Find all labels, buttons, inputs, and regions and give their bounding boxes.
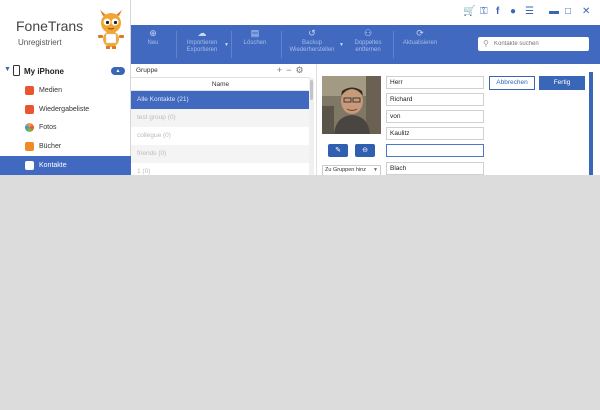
export-label: Exportieren [186, 47, 218, 53]
menu-icon[interactable]: ☰ [525, 6, 534, 17]
sidebar-item-playlist[interactable]: Wiedergabeliste [0, 100, 131, 119]
facebook-icon[interactable]: f [496, 6, 499, 17]
backup-dropdown-icon[interactable]: ▼ [339, 42, 344, 48]
app-window: FoneTrans Unregistriert ▼ My iPhone ▲ Me… [0, 0, 600, 175]
title-field[interactable]: Herr [386, 76, 484, 89]
sidebar-item-books[interactable]: Bücher [0, 137, 131, 156]
add-to-group-label: Zu Gruppen hinz [325, 167, 366, 173]
sidebar-item-label: Kontakte [39, 162, 67, 169]
key-icon[interactable]: ⚿ [480, 6, 488, 17]
music-icon [25, 86, 34, 95]
refresh-label: Aktualisieren [402, 40, 438, 46]
delete-label: Löschen [243, 40, 267, 46]
new-label: Neu [147, 40, 159, 46]
refresh-icon: ⟳ [416, 28, 424, 38]
title-bar: 🛒 ⚿ f ● ☰ ▬ □ ✕ [131, 0, 600, 25]
device-name: My iPhone [24, 67, 65, 76]
iphone-icon [13, 65, 20, 76]
search-input[interactable] [494, 39, 586, 49]
sidebar-item-contacts[interactable]: Kontakte [0, 156, 131, 175]
sidebar-item-label: Bücher [39, 143, 62, 150]
add-group-icon[interactable]: + [277, 65, 286, 75]
cloud-upload-icon: ☁ [197, 28, 207, 38]
backup-restore-button[interactable]: ↺ Backup Wiederherstellen [285, 25, 339, 64]
toolbar-divider [176, 31, 177, 58]
done-button[interactable]: Fertig [539, 76, 585, 90]
registration-status: Unregistriert [18, 38, 62, 47]
backup-icon: ↺ [308, 28, 316, 38]
groups-scrollbar[interactable] [309, 78, 314, 175]
group-row[interactable]: 1 (0) [131, 163, 310, 175]
minus-circle-icon: ⊖ [362, 147, 368, 154]
app-name: FoneTrans [16, 18, 84, 34]
contact-photo [322, 76, 381, 134]
import-dropdown-icon[interactable]: ▼ [224, 42, 229, 48]
cancel-button[interactable]: Abbrechen [489, 76, 535, 90]
collapse-arrow-icon[interactable]: ▼ [4, 66, 11, 73]
company-field[interactable]: Blach [386, 162, 484, 175]
books-icon [25, 142, 34, 151]
contact-photo-image [322, 76, 381, 134]
eject-icon[interactable]: ▲ [111, 67, 125, 75]
details-scrollbar[interactable] [589, 72, 593, 175]
refresh-button[interactable]: ⟳ Aktualisieren [397, 25, 443, 64]
trash-icon: ▤ [250, 28, 260, 38]
scrollbar-thumb[interactable] [310, 80, 313, 100]
contacts-icon [25, 161, 34, 170]
duplicates-label: Doppeltes [354, 40, 382, 46]
brand-area: FoneTrans Unregistriert [0, 0, 131, 58]
remove-group-icon[interactable]: − [286, 65, 295, 75]
left-panel: FoneTrans Unregistriert ▼ My iPhone ▲ Me… [0, 0, 131, 175]
new-button[interactable]: ⊕ Neu [137, 25, 169, 64]
cart-icon[interactable]: 🛒 [463, 6, 475, 17]
add-to-group-select[interactable]: Zu Gruppen hinz ▼ [322, 165, 381, 175]
gear-icon[interactable]: ⚙ [296, 65, 308, 75]
group-actions: +−⚙ [277, 65, 308, 76]
groups-title: Gruppe [136, 67, 158, 74]
group-row[interactable]: collegue (0) [131, 127, 310, 145]
search-icon: ⚲ [483, 39, 489, 48]
photos-icon [25, 123, 34, 132]
device-row[interactable]: ▼ My iPhone ▲ [0, 62, 131, 80]
column-header-name[interactable]: Name [131, 78, 310, 91]
groups-header: Gruppe +−⚙ [131, 64, 310, 78]
edit-icon: ✎ [335, 147, 341, 154]
sidebar-item-label: Wiedergabeliste [39, 106, 90, 113]
remove-label: entfernen [355, 47, 381, 53]
import-export-button[interactable]: ☁ Importieren Exportieren [181, 25, 223, 64]
maximize-icon[interactable]: □ [565, 6, 571, 17]
delete-button[interactable]: ▤ Löschen [235, 25, 275, 64]
mascot-icon [98, 10, 124, 49]
duplicates-icon: ⚇ [363, 28, 373, 38]
contact-details: ✎ ⊖ Zu Gruppen hinz ▼ Herr Richard von K… [316, 64, 600, 175]
remove-photo-button[interactable]: ⊖ [355, 144, 375, 157]
toolbar-divider [231, 31, 232, 58]
group-row[interactable]: friends (0) [131, 145, 310, 163]
remove-duplicates-button[interactable]: ⚇ Doppeltes entfernen [347, 25, 389, 64]
last-name-field[interactable]: Kaulitz [386, 127, 484, 140]
backup-label: Backup [301, 40, 322, 46]
group-row[interactable]: test group (0) [131, 109, 310, 127]
suffix-field[interactable] [386, 144, 484, 157]
sidebar-item-photos[interactable]: Fotos [0, 118, 131, 137]
restore-label: Wiederherstellen [289, 47, 335, 53]
first-name-field[interactable]: Richard [386, 93, 484, 106]
toolbar-divider [393, 31, 394, 58]
search-box[interactable]: ⚲ [478, 37, 589, 51]
groups-panel: Gruppe +−⚙ Name Alle Kontakte (21) test … [131, 64, 314, 175]
chevron-down-icon: ▼ [373, 167, 378, 173]
close-icon[interactable]: ✕ [582, 6, 590, 17]
toolbar-divider [281, 31, 282, 58]
group-row-all-contacts[interactable]: Alle Kontakte (21) [131, 91, 310, 109]
playlist-icon [25, 105, 34, 114]
middle-name-field[interactable]: von [386, 110, 484, 123]
sidebar-item-label: Fotos [39, 124, 57, 131]
import-label: Importieren [186, 40, 218, 46]
minimize-icon[interactable]: ▬ [549, 6, 559, 17]
sidebar-item-label: Medien [39, 87, 62, 94]
chat-icon[interactable]: ● [510, 6, 516, 17]
plus-icon: ⊕ [149, 28, 157, 38]
sidebar-item-media[interactable]: Medien [0, 81, 131, 100]
edit-photo-button[interactable]: ✎ [328, 144, 348, 157]
